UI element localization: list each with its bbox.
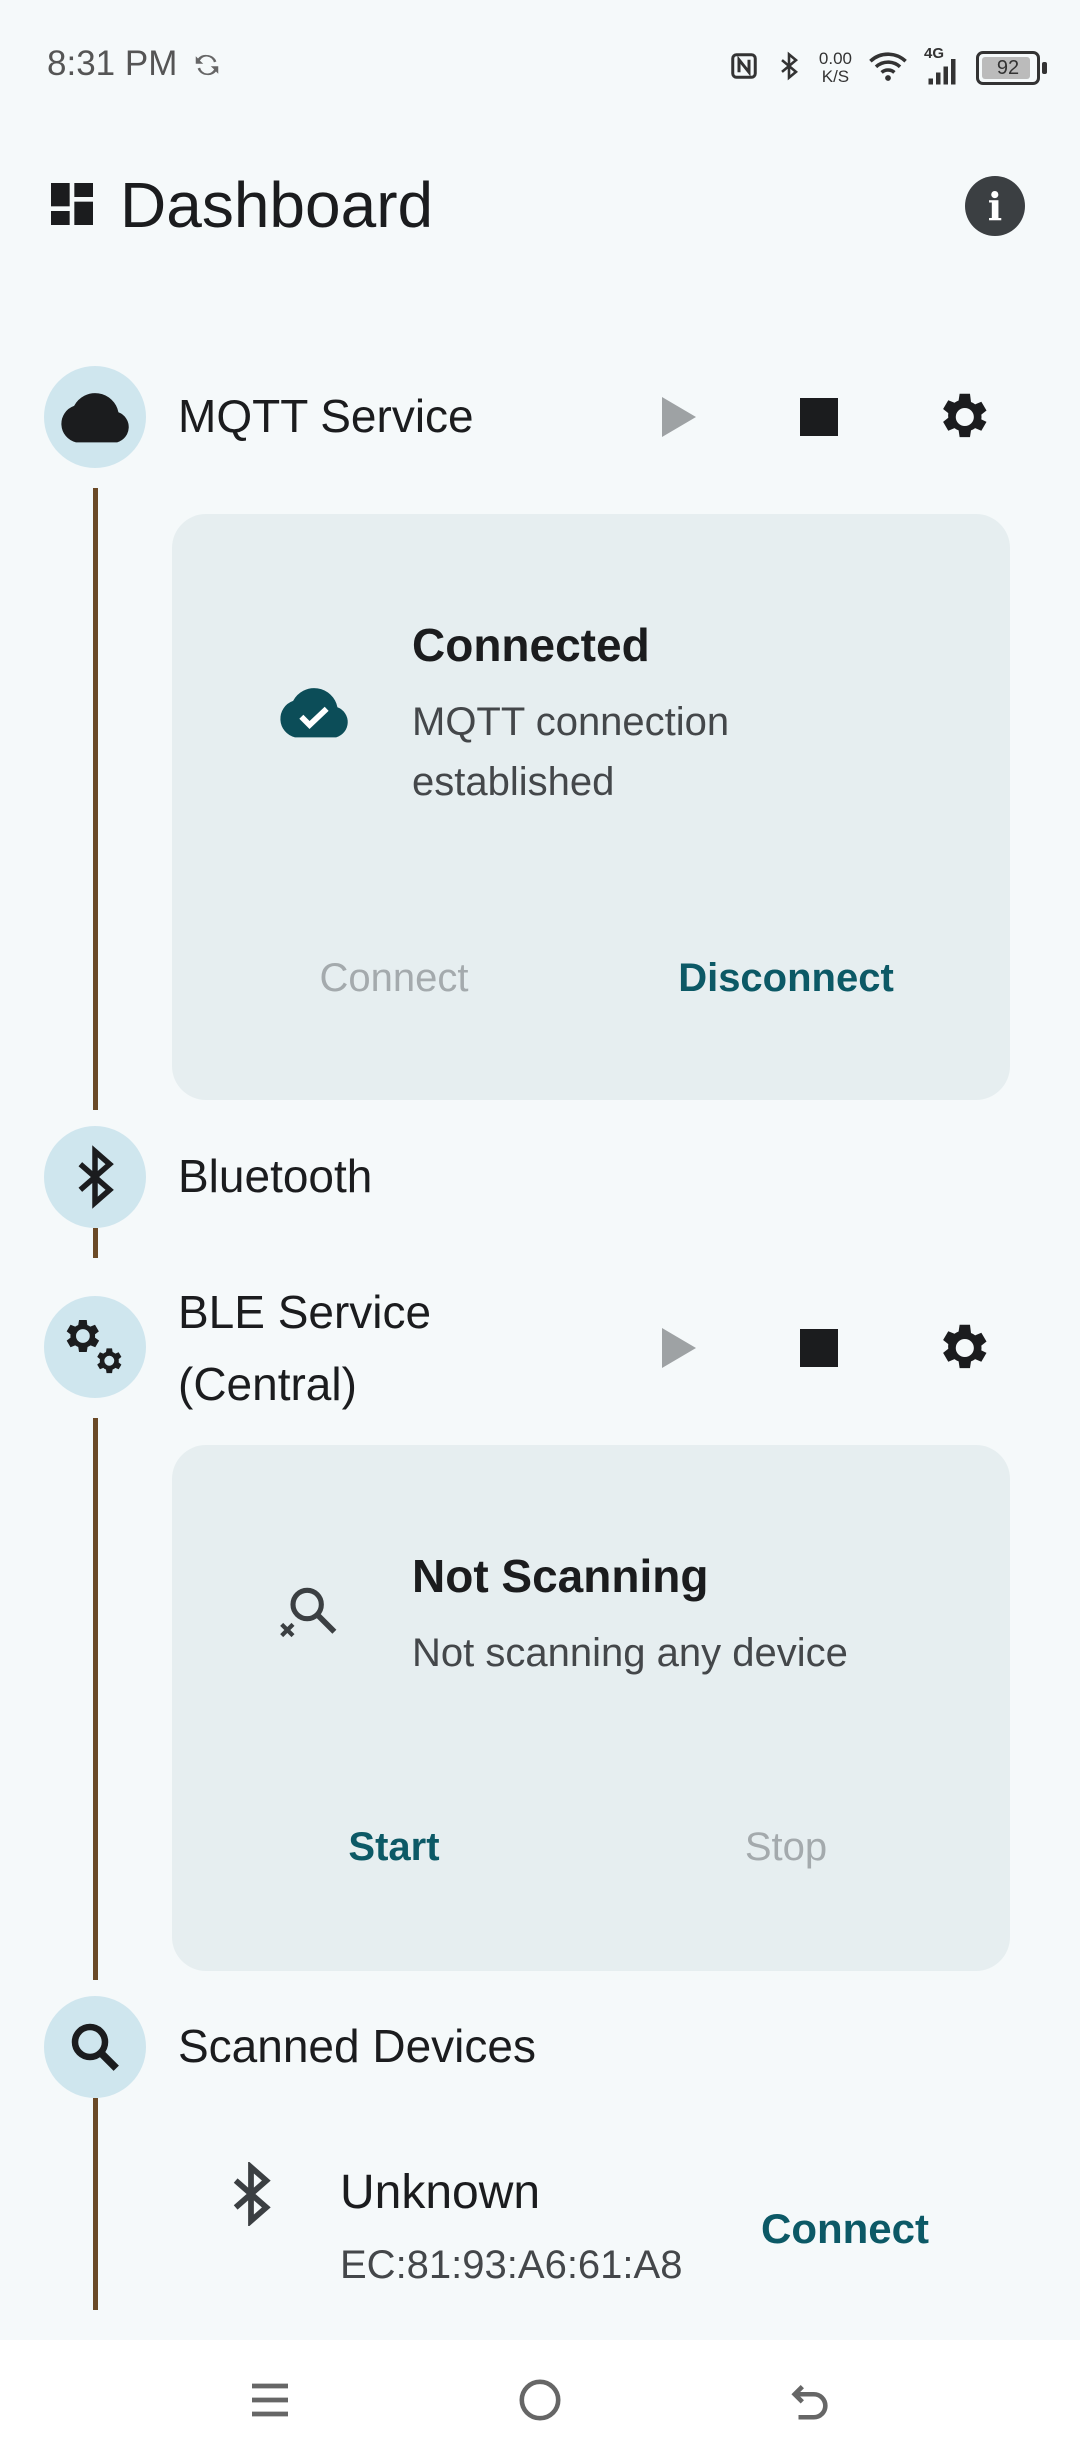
device-address: EC:81:93:A6:61:A8 — [340, 2243, 683, 2287]
timeline-line-ble — [93, 1418, 98, 1980]
gear-icon — [943, 1324, 987, 1369]
battery-indicator: 92 — [976, 51, 1047, 85]
menu-icon — [252, 2383, 288, 2417]
page-title: Dashboard — [120, 169, 434, 241]
ble-stop-scan-button[interactable]: Stop — [636, 1825, 936, 1870]
info-icon: i — [987, 183, 1003, 229]
mqtt-connect-button[interactable]: Connect — [244, 956, 544, 1001]
status-time: 8:31 PM — [47, 44, 178, 83]
timeline-line-scanned — [93, 2098, 98, 2310]
status-icons: 0.00 K/S 4G 92 — [729, 40, 1047, 96]
play-icon — [662, 1328, 696, 1368]
ble-settings-icon — [44, 1296, 146, 1398]
home-nav-button[interactable] — [490, 2370, 590, 2430]
ble-settings-button[interactable] — [928, 1313, 998, 1383]
bluetooth-title: Bluetooth — [178, 1150, 373, 1202]
net-speed: 0.00 K/S — [818, 49, 852, 86]
nfc-icon — [729, 51, 759, 86]
search-off-icon — [276, 1579, 344, 1652]
mqtt-cloud-icon — [44, 366, 146, 468]
cloud-done-icon — [276, 684, 352, 745]
stop-icon — [800, 1329, 838, 1367]
signal-icon: 4G — [924, 45, 960, 85]
search-icon — [44, 1996, 146, 2098]
wifi-icon — [868, 50, 908, 87]
bluetooth-status-icon — [775, 49, 803, 88]
stop-icon — [800, 398, 838, 436]
sync-icon — [192, 50, 222, 80]
gear-icon — [943, 393, 987, 438]
device-name: Unknown — [340, 2166, 541, 2219]
back-nav-button[interactable] — [760, 2370, 860, 2430]
dashboard-icon — [44, 176, 100, 232]
mqtt-status-title: Connected — [412, 619, 650, 671]
info-button[interactable]: i — [965, 176, 1025, 236]
ble-service-title: BLE Service (Central) — [178, 1286, 432, 1410]
ble-stop-button[interactable] — [784, 1313, 854, 1383]
ble-start-button[interactable]: Start — [244, 1825, 544, 1870]
mqtt-stop-button[interactable] — [784, 382, 854, 452]
timeline-line-bluetooth — [93, 1228, 98, 1258]
ble-status-title: Not Scanning — [412, 1550, 709, 1602]
home-circle-icon — [519, 2379, 561, 2421]
ble-status-card: Not Scanning Not scanning any device Sta… — [172, 1445, 1010, 1971]
mqtt-settings-button[interactable] — [928, 382, 998, 452]
device-connect-button[interactable]: Connect — [720, 2205, 970, 2253]
mqtt-service-title: MQTT Service — [178, 390, 474, 442]
device-bluetooth-icon — [228, 2160, 274, 2231]
mqtt-status-subtitle: MQTT connection established — [412, 700, 730, 804]
mqtt-play-button[interactable] — [643, 382, 713, 452]
back-icon — [791, 2384, 828, 2420]
play-icon — [662, 397, 696, 437]
bluetooth-section-icon — [44, 1126, 146, 1228]
ble-play-button[interactable] — [643, 1313, 713, 1383]
menu-nav-button[interactable] — [220, 2370, 320, 2430]
ble-status-subtitle: Not scanning any device — [412, 1631, 848, 1675]
mqtt-disconnect-button[interactable]: Disconnect — [636, 956, 936, 1001]
mqtt-status-card: Connected MQTT connection established Co… — [172, 514, 1010, 1100]
scanned-devices-title: Scanned Devices — [178, 2020, 536, 2072]
timeline-line-mqtt — [93, 488, 98, 1110]
